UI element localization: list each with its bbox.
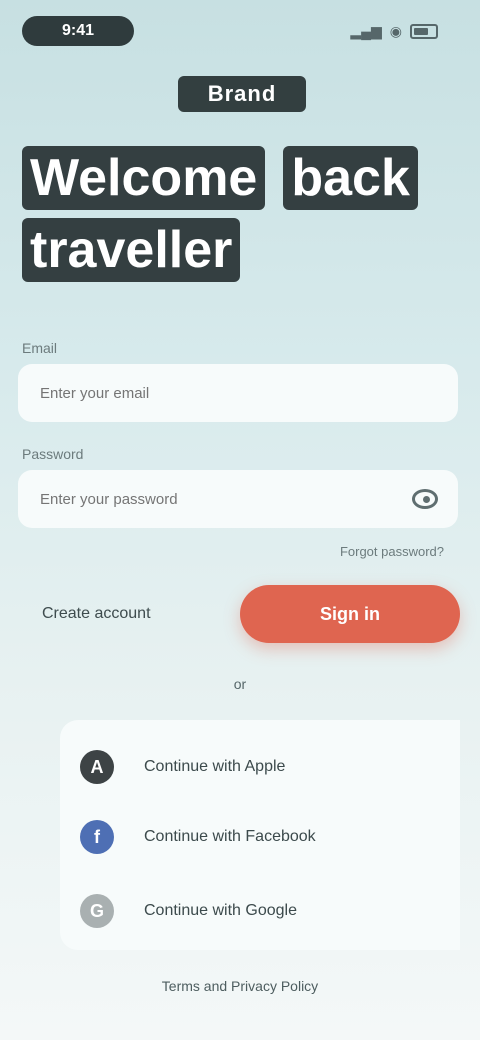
- sign-in-button[interactable]: Sign in: [240, 585, 460, 643]
- status-time: 9:41: [22, 16, 134, 46]
- page-title: Welcome back traveller: [22, 146, 418, 282]
- status-bar: 9:41 ▂▄▆ ◉: [22, 14, 438, 48]
- apple-icon: A: [80, 750, 114, 784]
- or-divider: or: [233, 676, 247, 692]
- email-label: Email: [22, 340, 58, 356]
- wifi-icon: ◉: [389, 22, 402, 39]
- password-field-wrapper[interactable]: [18, 470, 458, 528]
- eye-icon[interactable]: [411, 489, 438, 509]
- facebook-icon: f: [80, 820, 114, 854]
- password-input[interactable]: [38, 489, 412, 509]
- title-word-3: traveller: [22, 218, 241, 282]
- social-apple-label: Continue with Apple: [144, 758, 286, 775]
- forgot-password-link[interactable]: Forgot password?: [340, 544, 444, 559]
- social-facebook-button[interactable]: f Continue with Facebook: [80, 812, 430, 862]
- brand-logo: Brand: [178, 76, 306, 112]
- battery-icon: [410, 23, 438, 39]
- actions-row: Create account Sign in: [22, 584, 460, 644]
- social-login-panel: A Continue with Apple f Continue with Fa…: [60, 720, 460, 950]
- signal-icon: ▂▄▆: [350, 22, 382, 39]
- social-facebook-label: Continue with Facebook: [144, 828, 316, 845]
- footer-link[interactable]: Terms and Privacy Policy: [0, 978, 480, 994]
- create-account-link[interactable]: Create account: [42, 605, 151, 623]
- email-input[interactable]: [38, 383, 438, 403]
- social-google-label: Continue with Google: [144, 902, 297, 919]
- email-field-wrapper[interactable]: [18, 364, 458, 422]
- title-word-2: back: [283, 146, 418, 210]
- title-word-1: Welcome: [22, 146, 266, 210]
- status-icons: ▂▄▆ ◉: [350, 23, 438, 40]
- password-label: Password: [22, 446, 84, 462]
- social-apple-button[interactable]: A Continue with Apple: [80, 742, 430, 792]
- social-google-button[interactable]: G Continue with Google: [80, 886, 430, 936]
- google-icon: G: [80, 894, 114, 928]
